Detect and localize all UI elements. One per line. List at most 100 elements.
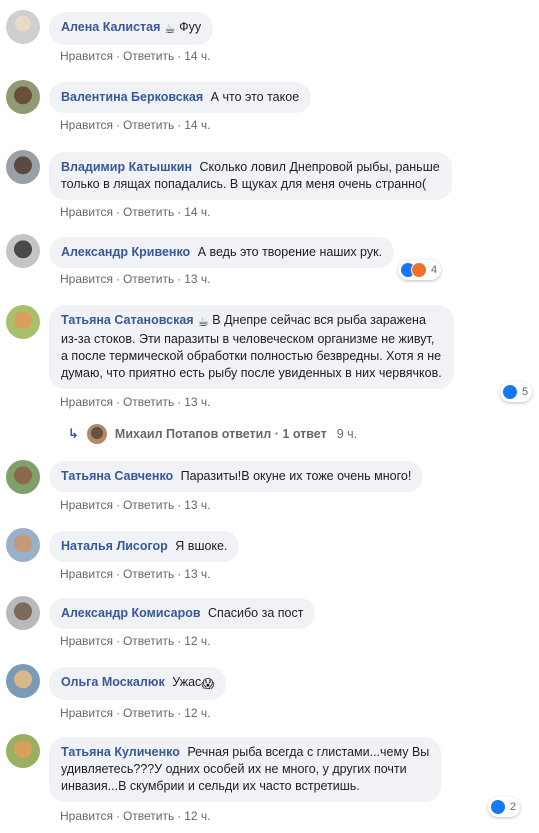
avatar [86,424,107,444]
reaction-count: 4 [431,264,438,276]
like-button[interactable]: Нравится [60,205,113,219]
comment-text: Я вшоке. [175,539,228,553]
reply-button[interactable]: Ответить [123,498,174,512]
like-button[interactable]: Нравится [60,395,113,409]
comment-author[interactable]: Татьяна Куличенко [61,745,180,759]
comment-actions: Нравится · Ответить · 12 ч. [60,809,211,823]
comment-author[interactable]: Ольга Москалюк [61,675,165,689]
reply-button[interactable]: Ответить [123,49,174,63]
reaction-summary[interactable]: 2 [488,797,521,817]
comment-text: из-за стоков. Эти паразиты в человеческо… [61,332,435,346]
avatar[interactable] [6,10,40,44]
comment-text: А что это такое [210,90,300,104]
reply-button[interactable]: Ответить [123,205,174,219]
reply-author: Михаил Потапов [114,427,219,441]
timestamp[interactable]: 12 ч. [184,809,210,823]
comment-text: Фуу [179,20,202,34]
comment-author[interactable]: Александр Кривенко [61,245,190,259]
avatar[interactable] [6,664,40,698]
like-button[interactable]: Нравится [60,634,113,648]
like-button[interactable]: Нравится [60,118,113,132]
scream-emoji-icon: 😱 [201,677,215,691]
timestamp[interactable]: 13 ч. [184,498,210,512]
comment-actions: Нравится · Ответить · 14 ч. [60,205,211,219]
comment-text: только в лящах попадались. В щуках для м… [61,177,427,191]
comment-text: В Днепре сейчас вся рыба заражена [212,313,426,327]
reply-button[interactable]: Ответить [123,567,174,581]
timestamp[interactable]: 14 ч. [184,205,210,219]
avatar[interactable] [6,734,40,768]
timestamp[interactable]: 14 ч. [184,49,210,63]
avatar[interactable] [6,80,40,114]
reply-button[interactable]: Ответить [123,706,174,720]
reply-arrow-icon: ↳ [68,426,79,441]
comment-actions: Нравится · Ответить · 12 ч. [60,706,211,720]
comment-bubble: Валентина Берковская А что это такое [49,82,312,113]
timestamp[interactable]: 14 ч. [184,118,210,132]
comment-text: А ведь это творение наших рук. [197,245,383,259]
comment-actions: Нравится · Ответить · 13 ч. [60,567,211,581]
reply-button[interactable]: Ответить [123,634,174,648]
comment-text: Сколько ловил Днепровой рыбы, раньше [199,160,440,174]
reply-button[interactable]: Ответить [123,395,174,409]
comment-actions: Нравится · Ответить · 13 ч. [60,498,211,512]
avatar[interactable] [6,150,40,184]
comment-text: Спасибо за пост [208,606,304,620]
comment-bubble: Владимир Катышкин Сколько ловил Днепрово… [49,152,452,200]
comment-bubble: Александр Комисаров Спасибо за пост [49,598,316,629]
comment-bubble: Алена Калистая ☕ Фуу [49,12,214,45]
comment-text: а после термической обработки полностью … [61,349,442,363]
timestamp[interactable]: 13 ч. [184,395,210,409]
comment-text: удивляетесь???У одних особей их не много… [61,762,407,776]
reaction-summary[interactable]: 4 [398,260,442,280]
comment-actions: Нравится · Ответить · 13 ч. [60,395,211,409]
comment-actions: Нравится · Ответить · 14 ч. [60,49,211,63]
reply-verb: ответил [221,427,272,441]
comment-actions: Нравится · Ответить · 14 ч. [60,118,211,132]
timestamp[interactable]: 13 ч. [184,567,210,581]
comment-text: Паразиты!В окуне их тоже очень много! [180,469,412,483]
timestamp[interactable]: 12 ч. [184,706,210,720]
coffee-icon: ☕ [197,315,209,329]
comment-bubble: Татьяна Сатановская ☕ В Днепре сейчас вся… [49,305,454,389]
reaction-count: 5 [522,386,529,398]
comment-text: Ужас [172,675,202,689]
comment-author[interactable]: Александр Комисаров [61,606,201,620]
comment-text: Речная рыба всегда с глистами...чему Вы [187,745,430,759]
haha-reaction-icon [411,262,427,278]
like-button[interactable]: Нравится [60,809,113,823]
comment-text: инвазия...В скумбрии и сельди их часто в… [61,779,360,793]
comment-bubble: Наталья Лисогор Я вшоке. [49,531,240,562]
view-replies-link[interactable]: ↳ Михаил Потапов ответил · 1 ответ 9 ч. [68,424,357,444]
like-button[interactable]: Нравится [60,498,113,512]
reply-button[interactable]: Ответить [123,809,174,823]
comment-author[interactable]: Валентина Берковская [61,90,203,104]
like-reaction-icon [490,799,506,815]
reply-time: 9 ч. [336,427,358,441]
reaction-summary[interactable]: 5 [500,382,533,402]
avatar[interactable] [6,596,40,630]
comment-author[interactable]: Алена Калистая [61,20,160,34]
avatar[interactable] [6,234,40,268]
comment-bubble: Александр Кривенко А ведь это творение н… [49,237,395,268]
comment-author[interactable]: Владимир Катышкин [61,160,192,174]
comment-author[interactable]: Наталья Лисогор [61,539,168,553]
timestamp[interactable]: 12 ч. [184,634,210,648]
like-button[interactable]: Нравится [60,49,113,63]
comment-bubble: Татьяна Куличенко Речная рыба всегда с г… [49,737,442,802]
avatar[interactable] [6,528,40,562]
comment-bubble: Ольга Москалюк Ужас😱 [49,667,227,700]
comment-author[interactable]: Татьяна Савченко [61,469,173,483]
comment-author[interactable]: Татьяна Сатановская [61,313,194,327]
reaction-count: 2 [510,801,517,813]
like-button[interactable]: Нравится [60,272,113,286]
like-button[interactable]: Нравится [60,567,113,581]
reply-button[interactable]: Ответить [123,118,174,132]
like-button[interactable]: Нравится [60,706,113,720]
comment-text: думаю, что приятно есть рыбу после увиде… [61,366,442,380]
avatar[interactable] [6,460,40,494]
timestamp[interactable]: 13 ч. [184,272,210,286]
coffee-icon: ☕ [164,22,176,36]
reply-button[interactable]: Ответить [123,272,174,286]
avatar[interactable] [6,305,40,339]
